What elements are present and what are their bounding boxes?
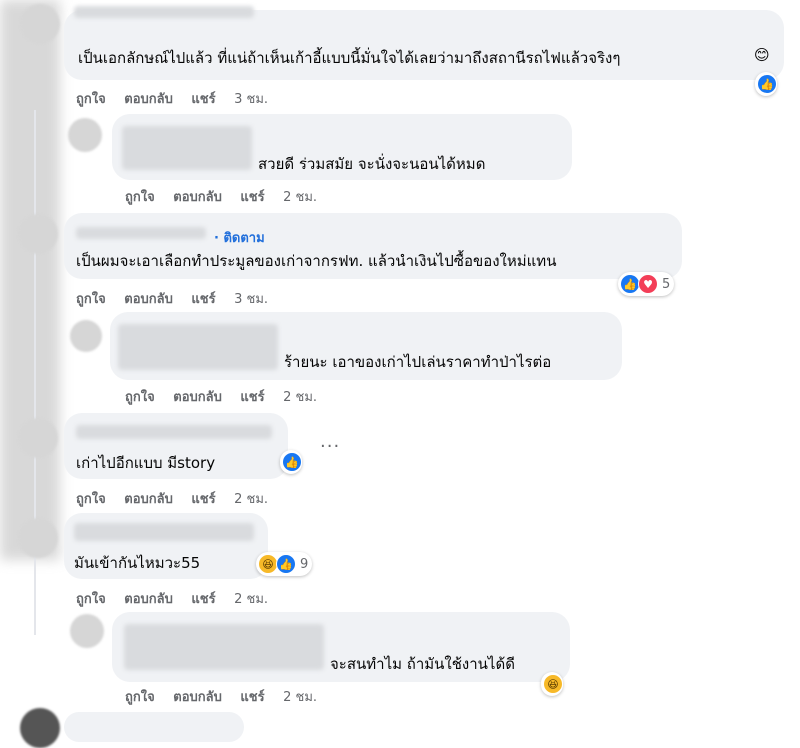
comment-bubble: จะสนทำไม ถ้ามันใช้งานได้ดี bbox=[112, 612, 570, 682]
like-button[interactable]: ถูกใจ bbox=[76, 92, 106, 107]
reaction-summary[interactable]: 👍 bbox=[280, 450, 302, 474]
avatar[interactable] bbox=[18, 518, 58, 558]
comment-bubble: เป็นเอกลักษณ์ไปแล้ว ที่แน่ถ้าเห็นเก้าอี้… bbox=[64, 6, 784, 80]
reply-button[interactable]: ตอบกลับ bbox=[124, 492, 173, 507]
commenter-name[interactable] bbox=[118, 324, 278, 370]
avatar[interactable] bbox=[70, 614, 104, 648]
blurred-left-edge bbox=[0, 0, 60, 560]
reply-button[interactable]: ตอบกลับ bbox=[124, 592, 173, 607]
avatar[interactable] bbox=[70, 320, 102, 352]
follow-link[interactable]: · ติดตาม bbox=[214, 227, 265, 248]
comment-text: เป็นผมจะเอาเลือกทำประมูลของเก่าจากรฟท. แ… bbox=[76, 252, 557, 270]
comment-actions: ถูกใจ ตอบกลับ แชร์ 2 ชม. bbox=[125, 186, 331, 207]
share-button[interactable]: แชร์ bbox=[191, 292, 215, 307]
reaction-count: 5 bbox=[662, 276, 671, 292]
like-button[interactable]: ถูกใจ bbox=[125, 690, 155, 705]
like-icon: 👍 bbox=[757, 74, 777, 94]
timestamp[interactable]: 2 ชม. bbox=[234, 492, 268, 507]
like-icon: 👍 bbox=[282, 452, 302, 472]
comment-text: เก่าไปอีกแบบ มีstory bbox=[76, 454, 216, 472]
smile-emoji: 😊 bbox=[754, 46, 770, 64]
comment-actions: ถูกใจ ตอบกลับ แชร์ 2 ชม. bbox=[76, 488, 282, 509]
reply-button[interactable]: ตอบกลับ bbox=[173, 390, 222, 405]
reply-button[interactable]: ตอบกลับ bbox=[173, 690, 222, 705]
love-icon: ♥ bbox=[638, 274, 658, 294]
share-button[interactable]: แชร์ bbox=[240, 390, 264, 405]
reply-button[interactable]: ตอบกลับ bbox=[173, 190, 222, 205]
commenter-name[interactable] bbox=[76, 425, 272, 439]
comment-text: ร้ายนะ เอาของเก่าไปเล่นราคาทำป่าไรต่อ bbox=[284, 353, 552, 371]
commenter-name[interactable] bbox=[76, 227, 206, 239]
share-button[interactable]: แชร์ bbox=[240, 690, 264, 705]
commenter-name[interactable] bbox=[124, 624, 324, 670]
like-icon: 👍 bbox=[276, 554, 296, 574]
timestamp[interactable]: 2 ชม. bbox=[234, 592, 268, 607]
avatar[interactable] bbox=[20, 4, 60, 44]
commenter-name[interactable] bbox=[74, 6, 254, 18]
comment-actions: ถูกใจ ตอบกลับ แชร์ 2 ชม. bbox=[125, 686, 331, 707]
haha-icon: 😆 bbox=[543, 674, 563, 694]
comment-text: เป็นเอกลักษณ์ไปแล้ว ที่แน่ถ้าเห็นเก้าอี้… bbox=[78, 49, 621, 67]
comment-actions: ถูกใจ ตอบกลับ แชร์ 2 ชม. bbox=[125, 386, 331, 407]
like-icon: 👍 bbox=[620, 274, 640, 294]
comment-bubble: เก่าไปอีกแบบ มีstory bbox=[64, 413, 288, 479]
comment-bubble: สวยดี ร่วมสมัย จะนั่งจะนอนได้หมด bbox=[112, 114, 572, 180]
timestamp[interactable]: 2 ชม. bbox=[283, 190, 317, 205]
comment-bubble: มันเข้ากันไหมวะ55 bbox=[64, 513, 268, 579]
avatar[interactable] bbox=[20, 708, 60, 748]
reaction-summary[interactable]: 😆 👍 9 bbox=[256, 552, 313, 576]
comment-bubble bbox=[64, 712, 244, 742]
comment-text: สวยดี ร่วมสมัย จะนั่งจะนอนได้หมด bbox=[258, 155, 486, 173]
share-button[interactable]: แชร์ bbox=[191, 592, 215, 607]
haha-icon: 😆 bbox=[258, 554, 278, 574]
timestamp[interactable]: 2 ชม. bbox=[283, 690, 317, 705]
reaction-summary[interactable]: 👍 bbox=[755, 72, 777, 96]
reaction-count: 9 bbox=[300, 556, 309, 572]
like-button[interactable]: ถูกใจ bbox=[125, 390, 155, 405]
share-button[interactable]: แชร์ bbox=[191, 92, 215, 107]
share-button[interactable]: แชร์ bbox=[240, 190, 264, 205]
comment-actions: ถูกใจ ตอบกลับ แชร์ 3 ชม. bbox=[76, 88, 282, 109]
reply-button[interactable]: ตอบกลับ bbox=[124, 92, 173, 107]
comment-text: มันเข้ากันไหมวะ55 bbox=[74, 554, 201, 572]
commenter-name[interactable] bbox=[74, 523, 254, 541]
timestamp[interactable]: 2 ชม. bbox=[283, 390, 317, 405]
timestamp[interactable]: 3 ชม. bbox=[234, 292, 268, 307]
avatar[interactable] bbox=[68, 118, 102, 152]
like-button[interactable]: ถูกใจ bbox=[76, 492, 106, 507]
comment-actions: ถูกใจ ตอบกลับ แชร์ 2 ชม. bbox=[76, 588, 282, 609]
more-options-icon[interactable]: ··· bbox=[320, 436, 340, 457]
avatar[interactable] bbox=[18, 418, 58, 458]
reply-button[interactable]: ตอบกลับ bbox=[124, 292, 173, 307]
like-button[interactable]: ถูกใจ bbox=[125, 190, 155, 205]
avatar[interactable] bbox=[18, 214, 58, 254]
timestamp[interactable]: 3 ชม. bbox=[234, 92, 268, 107]
share-button[interactable]: แชร์ bbox=[191, 492, 215, 507]
comment-bubble: · ติดตาม เป็นผมจะเอาเลือกทำประมูลของเก่า… bbox=[64, 213, 682, 279]
comment-text: จะสนทำไม ถ้ามันใช้งานได้ดี bbox=[330, 655, 515, 673]
like-button[interactable]: ถูกใจ bbox=[76, 292, 106, 307]
comment-actions: ถูกใจ ตอบกลับ แชร์ 3 ชม. bbox=[76, 288, 282, 309]
like-button[interactable]: ถูกใจ bbox=[76, 592, 106, 607]
commenter-name[interactable] bbox=[122, 126, 252, 170]
comment-bubble: ร้ายนะ เอาของเก่าไปเล่นราคาทำป่าไรต่อ bbox=[110, 312, 622, 380]
reaction-summary[interactable]: 😆 bbox=[541, 672, 563, 696]
reaction-summary[interactable]: 👍 ♥ 5 bbox=[618, 272, 675, 296]
